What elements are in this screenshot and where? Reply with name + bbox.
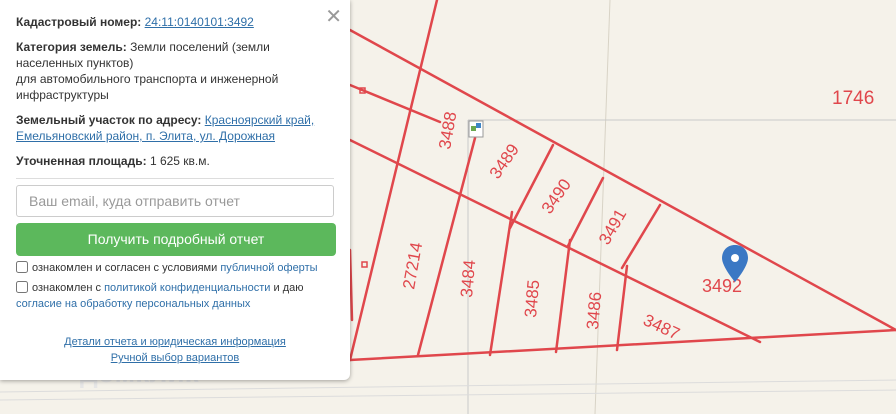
area-label: Уточненная площадь: — [16, 154, 147, 168]
area-row: Уточненная площадь: 1 625 кв.м. — [16, 153, 334, 169]
offer-consent-text: ознакомлен и согласен с условиями — [32, 262, 218, 274]
popup-footer: Детали отчета и юридическая информация Р… — [16, 334, 334, 366]
public-offer-link[interactable]: публичной оферты — [220, 262, 317, 274]
land-category-value-3: для автомобильного транспорта и инженерн… — [16, 72, 279, 86]
parcel-label-3484: 3484 — [457, 259, 479, 298]
land-category-label: Категория земель: — [16, 40, 127, 54]
divider — [16, 178, 334, 179]
report-details-link[interactable]: Детали отчета и юридическая информация — [64, 336, 286, 348]
privacy-consent-row: ознакомлен с политикой конфиденциальност… — [16, 280, 334, 312]
land-category-row: Категория земель: Земли поселений (земли… — [16, 39, 334, 103]
cadastral-number-row: Кадастровый номер: 24:11:0140101:3492 — [16, 14, 334, 30]
offer-consent-checkbox[interactable] — [16, 261, 28, 273]
address-label: Земельный участок по адресу: — [16, 113, 202, 127]
parcel-label-3486: 3486 — [583, 291, 605, 330]
privacy-consent-text: ознакомлен с — [32, 282, 102, 294]
land-category-value-2: населенных пунктов) — [16, 56, 134, 70]
email-input[interactable] — [16, 185, 334, 217]
cadastral-number-label: Кадастровый номер: — [16, 15, 142, 29]
address-link-2[interactable]: Емельяновский район, п. Элита, ул. Дорож… — [16, 129, 275, 143]
close-icon[interactable]: ✕ — [325, 6, 342, 26]
address-link-1[interactable]: Красноярский край, — [205, 113, 314, 127]
privacy-consent-text-2: и даю — [273, 282, 304, 294]
privacy-policy-link[interactable]: политикой конфиденциальности — [104, 282, 270, 294]
cadastral-info-popup: ✕ Кадастровый номер: 24:11:0140101:3492 … — [0, 0, 350, 380]
privacy-consent-checkbox[interactable] — [16, 281, 28, 293]
manual-selection-link[interactable]: Ручной выбор вариантов — [111, 352, 239, 364]
land-category-value-1: Земли поселений (земли — [130, 40, 270, 54]
personal-data-consent-link[interactable]: согласие на обработку персональных данны… — [16, 298, 250, 310]
broken-image-icon — [468, 120, 484, 138]
parcel-label-1746: 1746 — [832, 88, 874, 109]
address-row: Земельный участок по адресу: Красноярски… — [16, 112, 334, 144]
cadastral-number-link[interactable]: 24:11:0140101:3492 — [145, 15, 254, 29]
area-value: 1 625 кв.м. — [149, 154, 210, 168]
parcel-label-3485: 3485 — [521, 279, 543, 318]
offer-consent-row: ознакомлен и согласен с условиями публич… — [16, 260, 334, 276]
get-report-button[interactable]: Получить подробный отчет — [16, 223, 336, 256]
land-category-value-4: инфраструктуры — [16, 88, 109, 102]
